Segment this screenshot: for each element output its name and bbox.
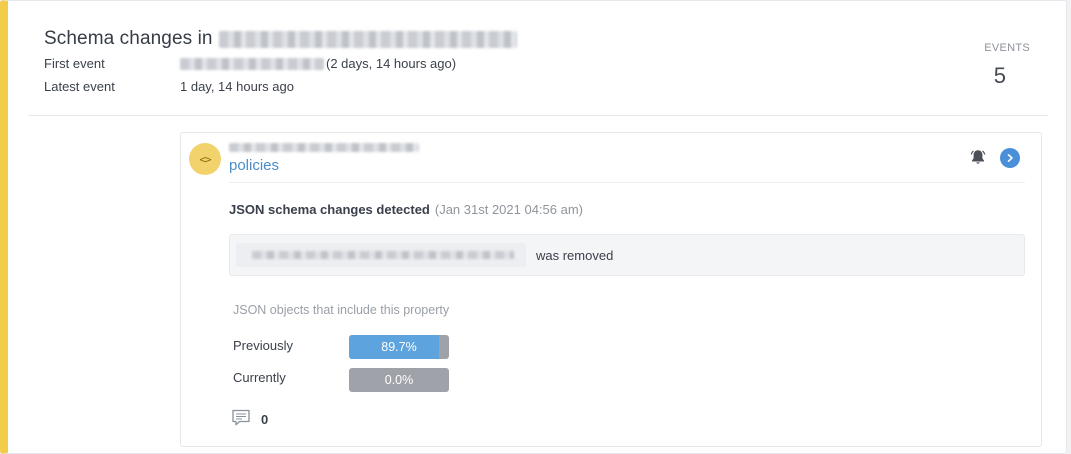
header-divider xyxy=(28,115,1048,116)
first-event-label: First event xyxy=(44,56,105,71)
item-divider xyxy=(229,182,1025,183)
previously-value: 89.7% xyxy=(381,340,417,354)
events-label: EVENTS xyxy=(984,42,1030,54)
events-count: 5 xyxy=(993,63,1006,88)
code-brackets-icon: <> xyxy=(189,143,221,175)
previously-bar: 89.7% xyxy=(349,335,449,359)
bell-icon[interactable] xyxy=(969,148,987,166)
change-time: (Jan 31st 2021 04:56 am) xyxy=(434,202,584,217)
schema-change-item: <> policies JSON schema changes detected… xyxy=(180,132,1042,447)
change-title: JSON schema changes detected xyxy=(229,202,430,217)
redacted-first-event-date xyxy=(180,57,324,70)
comment-icon[interactable] xyxy=(231,409,251,427)
removed-property-box: was removed xyxy=(229,234,1025,276)
latest-event-label: Latest event xyxy=(44,79,115,94)
redacted-property-key xyxy=(252,251,514,259)
card-header: Schema changes in First event (2 days, 1… xyxy=(44,1,1066,116)
open-detail-button[interactable] xyxy=(1000,148,1020,168)
property-name-link[interactable]: policies xyxy=(229,157,279,174)
property-key-chip xyxy=(236,243,526,267)
chevron-right-icon xyxy=(1007,154,1013,162)
latest-event-value: 1 day, 14 hours ago xyxy=(180,79,294,94)
schema-change-card: Schema changes in First event (2 days, 1… xyxy=(0,0,1067,454)
objects-label: JSON objects that include this property xyxy=(233,303,450,317)
currently-label: Currently xyxy=(233,370,286,385)
first-event-value: (2 days, 14 hours ago) xyxy=(180,56,456,71)
currently-value: 0.0% xyxy=(384,373,414,387)
removed-text: was removed xyxy=(536,248,614,263)
page-title: Schema changes in xyxy=(44,28,213,49)
previously-label: Previously xyxy=(233,338,293,353)
redacted-property-path xyxy=(229,143,419,152)
redacted-source-name xyxy=(218,30,517,48)
change-heading: JSON schema changes detected (Jan 31st 20… xyxy=(229,202,583,217)
title-row: Schema changes in xyxy=(44,28,517,50)
comment-count: 0 xyxy=(261,412,269,427)
first-event-relative: (2 days, 14 hours ago) xyxy=(326,56,457,71)
currently-bar: 0.0% xyxy=(349,368,449,392)
